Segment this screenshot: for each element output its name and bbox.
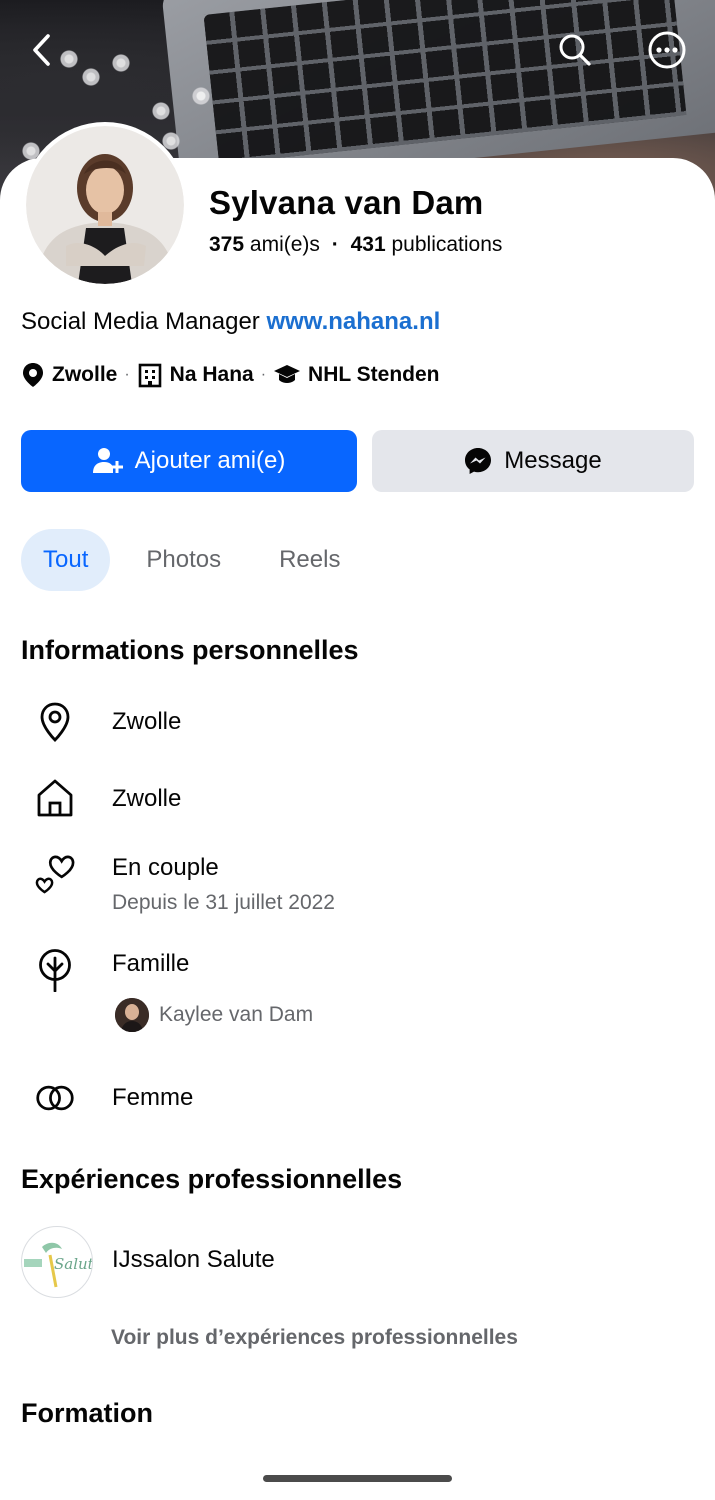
avatar-photo: [26, 126, 184, 284]
posts-count: 431: [350, 233, 386, 256]
message-button[interactable]: Message: [372, 430, 694, 492]
profile-avatar[interactable]: [26, 126, 184, 284]
search-icon: [559, 34, 591, 66]
add-friend-label: Ajouter ami(e): [134, 447, 286, 474]
stats-separator: ·: [331, 233, 339, 256]
profile-name: Sylvana van Dam: [209, 184, 484, 221]
family-icon-wrap: [35, 949, 75, 992]
family-member-name[interactable]: Kaylee van Dam: [159, 1003, 313, 1027]
personal-info-title: Informations personnelles: [21, 635, 359, 665]
more-options-button[interactable]: [645, 28, 689, 72]
map-pin-icon: [23, 363, 43, 387]
home-icon-wrap: [35, 778, 75, 818]
friends-label[interactable]: ami(e)s: [250, 233, 320, 256]
building-icon: [138, 363, 161, 388]
gender-icon: [36, 1085, 74, 1111]
messenger-icon: [465, 448, 492, 474]
hometown-text: Zwolle: [112, 785, 182, 812]
message-label: Message: [504, 447, 602, 474]
map-pin-icon: [40, 702, 70, 742]
see-more-work-link[interactable]: Voir plus d’expériences professionnelles: [111, 1326, 518, 1350]
meta-separator: ·: [124, 366, 130, 383]
tab-tout[interactable]: Tout: [21, 529, 111, 591]
posts-label: publications: [391, 233, 503, 256]
gender-text: Femme: [112, 1084, 194, 1111]
cover-flower: [80, 66, 102, 88]
add-friend-button[interactable]: Ajouter ami(e): [21, 430, 357, 492]
add-friend-icon: [92, 448, 123, 473]
profile-bio: Social Media Manager www.nahana.nl: [21, 308, 440, 336]
profile-tabs: Tout Photos Reels: [21, 529, 362, 591]
relationship-date: Depuis le 31 juillet 2022: [112, 891, 335, 914]
profile-sheet: [0, 158, 715, 1500]
salute-logo: Salute: [24, 1242, 92, 1288]
family-member-avatar[interactable]: [115, 998, 149, 1032]
meta-school[interactable]: NHL Stenden: [308, 363, 439, 387]
graduation-cap-icon: [274, 365, 301, 383]
meta-work[interactable]: Na Hana: [170, 363, 254, 387]
current-city-row[interactable]: Zwolle: [21, 700, 701, 746]
tree-icon: [39, 949, 71, 992]
bio-link[interactable]: www.nahana.nl: [266, 308, 440, 335]
more-icon: [648, 31, 686, 69]
family-row: Famille: [21, 946, 701, 992]
tab-reels[interactable]: Reels: [257, 529, 362, 591]
logo-text: Salute: [54, 1255, 92, 1273]
home-indicator[interactable]: [263, 1475, 452, 1482]
meta-separator: ·: [260, 366, 267, 383]
search-button[interactable]: [553, 28, 597, 72]
work-title: Expériences professionnelles: [21, 1164, 403, 1194]
current-city-text: Zwolle: [112, 708, 182, 735]
bio-text: Social Media Manager: [21, 308, 260, 335]
relationship-icon-wrap: [35, 854, 75, 894]
tab-photos[interactable]: Photos: [124, 529, 243, 591]
employer-logo[interactable]: Salute: [21, 1226, 93, 1298]
gender-icon-wrap: [35, 1078, 75, 1118]
home-icon: [37, 779, 73, 817]
family-member[interactable]: Kaylee van Dam: [115, 998, 313, 1032]
hearts-icon: [35, 855, 75, 894]
employer-name[interactable]: IJssalon Salute: [112, 1246, 275, 1274]
gender-row: Femme: [21, 1076, 701, 1122]
location-icon-wrap: [35, 702, 75, 742]
relationship-text: En couple: [112, 854, 219, 881]
friends-count[interactable]: 375: [209, 233, 244, 256]
back-button[interactable]: [20, 28, 64, 72]
profile-stats: 375 ami(e)s · 431 publications: [209, 233, 502, 257]
chevron-left-icon: [33, 34, 50, 66]
education-title: Formation: [21, 1398, 153, 1428]
family-title: Famille: [112, 950, 190, 977]
cover-flower: [110, 52, 132, 74]
cover-flower: [190, 85, 212, 107]
cover-flower: [150, 100, 172, 122]
meta-city[interactable]: Zwolle: [52, 363, 117, 387]
profile-meta: Zwolle · Na Hana · NHL Stenden: [21, 362, 440, 388]
family-member-photo: [115, 998, 149, 1032]
relationship-row[interactable]: En couple Depuis le 31 juillet 2022: [21, 850, 701, 920]
cover-flower: [160, 130, 182, 152]
hometown-row[interactable]: Zwolle: [21, 776, 701, 822]
